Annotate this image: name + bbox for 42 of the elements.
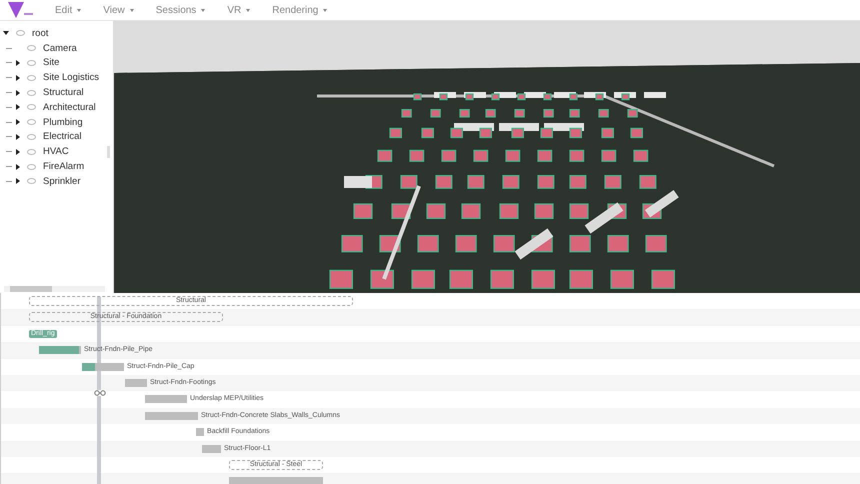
expand-toggle-icon[interactable] <box>3 31 9 36</box>
tree-item[interactable]: root <box>32 28 48 39</box>
caret-icon <box>77 8 82 12</box>
tree-item[interactable]: Site Logistics <box>43 72 99 84</box>
task-bar[interactable] <box>125 378 147 387</box>
tree-item[interactable]: FireAlarm <box>43 161 84 172</box>
caret-icon <box>130 8 134 12</box>
caret-icon <box>323 8 328 12</box>
logo-icon <box>6 0 34 20</box>
task-bar[interactable] <box>202 444 221 453</box>
scrollbar-thumb[interactable] <box>107 146 110 158</box>
menu-item[interactable]: Edit <box>46 4 90 16</box>
menu-item[interactable]: Rendering <box>263 4 336 16</box>
expand-toggle-icon[interactable] <box>16 148 20 155</box>
drag-handle-icon[interactable] <box>94 390 106 396</box>
tree-item[interactable]: HVAC <box>43 146 69 158</box>
expand-toggle-icon[interactable] <box>16 60 20 66</box>
expand-toggle-icon[interactable] <box>16 178 20 184</box>
task-bar[interactable] <box>82 362 124 371</box>
task-bar[interactable] <box>145 412 198 420</box>
task-bar[interactable] <box>196 428 204 436</box>
tree-item[interactable]: Electrical <box>43 131 82 142</box>
tree-item[interactable]: Structural <box>43 87 84 98</box>
menu-item[interactable]: VR <box>218 4 260 16</box>
menu-item[interactable]: Sessions <box>146 4 214 16</box>
expand-toggle-icon[interactable] <box>16 74 20 81</box>
task-bar[interactable] <box>39 346 81 354</box>
expand-toggle-icon[interactable] <box>16 90 20 96</box>
caret-icon <box>246 8 250 12</box>
task-bar[interactable] <box>145 395 187 404</box>
expand-toggle-icon[interactable] <box>16 119 20 126</box>
menu-item[interactable]: View <box>94 4 143 16</box>
tree-item[interactable]: Camera <box>43 42 77 54</box>
tree-item[interactable]: Architectural <box>43 102 96 113</box>
expand-toggle-icon[interactable] <box>16 104 20 110</box>
tree-item[interactable]: Site <box>43 57 60 68</box>
horizontal-scrollbar[interactable] <box>4 286 105 292</box>
expand-toggle-icon[interactable] <box>16 164 20 170</box>
tree-item[interactable]: Sprinkler <box>43 176 80 187</box>
expand-toggle-icon[interactable] <box>16 134 20 140</box>
caret-icon <box>201 8 206 12</box>
tree-item[interactable]: Plumbing <box>43 116 83 128</box>
